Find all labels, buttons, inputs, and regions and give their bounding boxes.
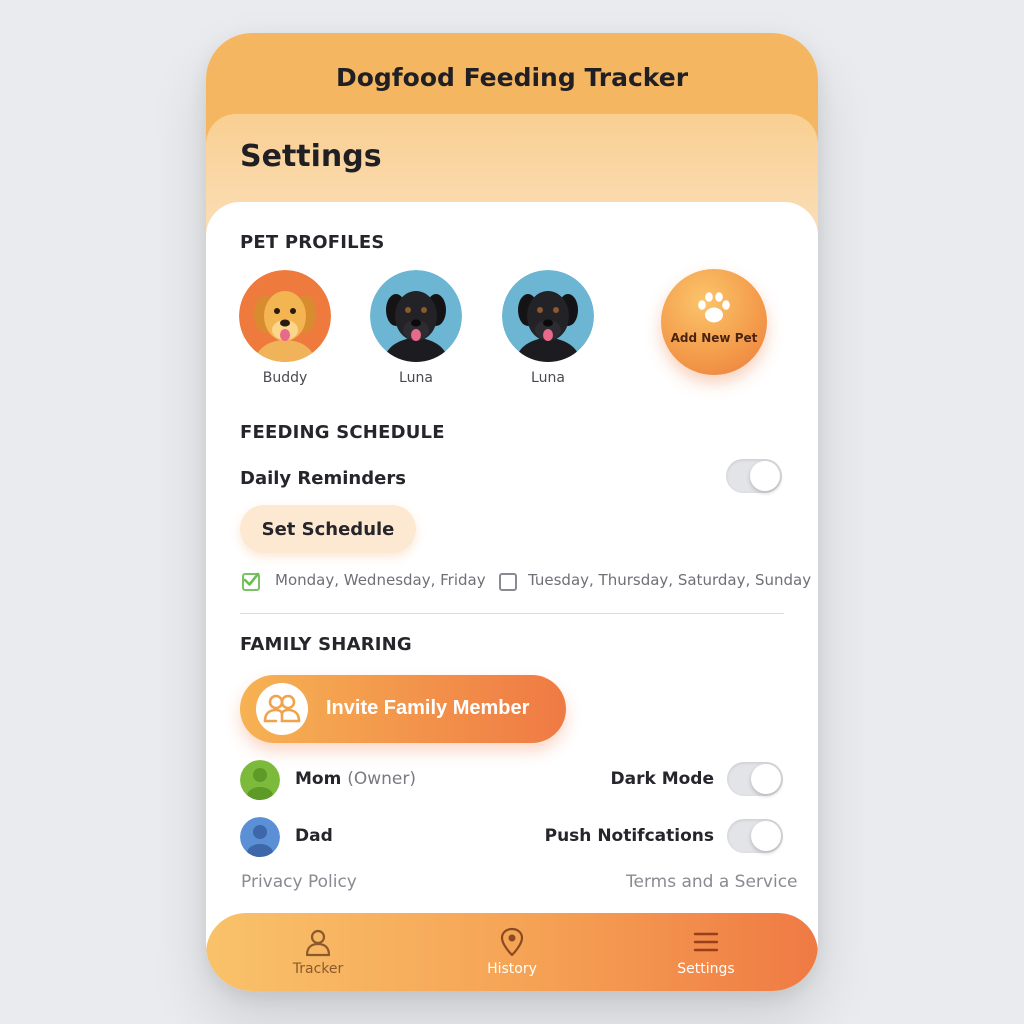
- menu-icon: [693, 932, 719, 952]
- golden-retriever-icon: [239, 270, 331, 362]
- paw-icon: [698, 292, 730, 323]
- privacy-policy-link[interactable]: Privacy Policy: [241, 872, 357, 892]
- push-notifications-label: Push Notifcations: [544, 826, 714, 846]
- nav-settings[interactable]: Settings: [661, 927, 751, 977]
- pet-name: Buddy: [262, 370, 308, 386]
- nav-history[interactable]: History: [467, 927, 557, 977]
- section-divider: [240, 613, 784, 614]
- app-title: Dogfood Feeding Tracker: [335, 63, 689, 92]
- family-member-mom[interactable]: Mom (Owner): [240, 760, 440, 800]
- checkbox-unchecked[interactable]: [499, 573, 517, 591]
- pet-name: Luna: [531, 370, 565, 386]
- day-option-label: Monday, Wednesday, Friday: [275, 571, 486, 589]
- nav-label: Tracker: [292, 961, 344, 977]
- pet-profile-luna-2[interactable]: Luna: [502, 270, 594, 386]
- pet-name: Luna: [399, 370, 433, 386]
- toggle-knob: [751, 821, 781, 851]
- add-new-pet-label: Add New Pet: [670, 331, 758, 345]
- invite-label: Invite Family Member: [326, 697, 530, 719]
- member-name-row: Mom (Owner): [295, 769, 416, 789]
- family-sharing-heading: FAMILY SHARING: [240, 634, 412, 655]
- member-name: Dad: [295, 826, 333, 846]
- daily-reminders-toggle[interactable]: [726, 459, 782, 493]
- location-pin-icon: [500, 927, 524, 957]
- pet-profile-luna[interactable]: Luna: [370, 270, 462, 386]
- member-role: (Owner): [347, 769, 417, 789]
- nav-tracker[interactable]: Tracker: [273, 927, 363, 977]
- invite-icon-circle: [256, 683, 308, 735]
- invite-family-member-button[interactable]: Invite Family Member: [240, 675, 566, 743]
- phone-screen: Dogfood Feeding Tracker Settings PET PRO…: [206, 33, 818, 991]
- black-lab-icon: [370, 270, 462, 362]
- feeding-schedule-heading: FEEDING SCHEDULE: [240, 422, 445, 443]
- people-icon: [263, 694, 301, 723]
- toggle-knob: [751, 764, 781, 794]
- pet-profiles-heading: PET PROFILES: [240, 232, 385, 253]
- dark-mode-toggle[interactable]: [727, 762, 783, 796]
- family-member-dad[interactable]: Dad: [240, 817, 440, 857]
- user-avatar-icon: [240, 817, 280, 857]
- day-option-label: Tuesday, Thursday, Saturday, Sunday: [528, 571, 812, 589]
- checkbox-checked[interactable]: [242, 572, 260, 591]
- daily-reminders-label: Daily Reminders: [240, 468, 406, 489]
- user-avatar-icon: [240, 760, 280, 800]
- nav-label: Settings: [677, 961, 735, 977]
- toggle-knob: [750, 461, 780, 491]
- day-option-ttss[interactable]: Tuesday, Thursday, Saturday, Sunday: [499, 571, 811, 593]
- nav-label: History: [487, 961, 537, 977]
- pet-profile-buddy[interactable]: Buddy: [239, 270, 331, 386]
- push-notifications-toggle[interactable]: [727, 819, 783, 853]
- person-icon: [305, 929, 331, 957]
- member-name: Mom: [295, 769, 342, 789]
- black-lab-icon: [502, 270, 594, 362]
- day-option-mwf[interactable]: Monday, Wednesday, Friday: [242, 571, 486, 593]
- bottom-navigation: Tracker History Settings: [206, 913, 818, 991]
- checkmark-icon: [243, 572, 260, 586]
- set-schedule-button[interactable]: Set Schedule: [240, 505, 416, 553]
- add-new-pet-button[interactable]: Add New Pet: [661, 269, 767, 375]
- page-title: Settings: [240, 139, 382, 174]
- terms-of-service-link[interactable]: Terms and a Service: [626, 872, 798, 892]
- dark-mode-label: Dark Mode: [610, 769, 715, 789]
